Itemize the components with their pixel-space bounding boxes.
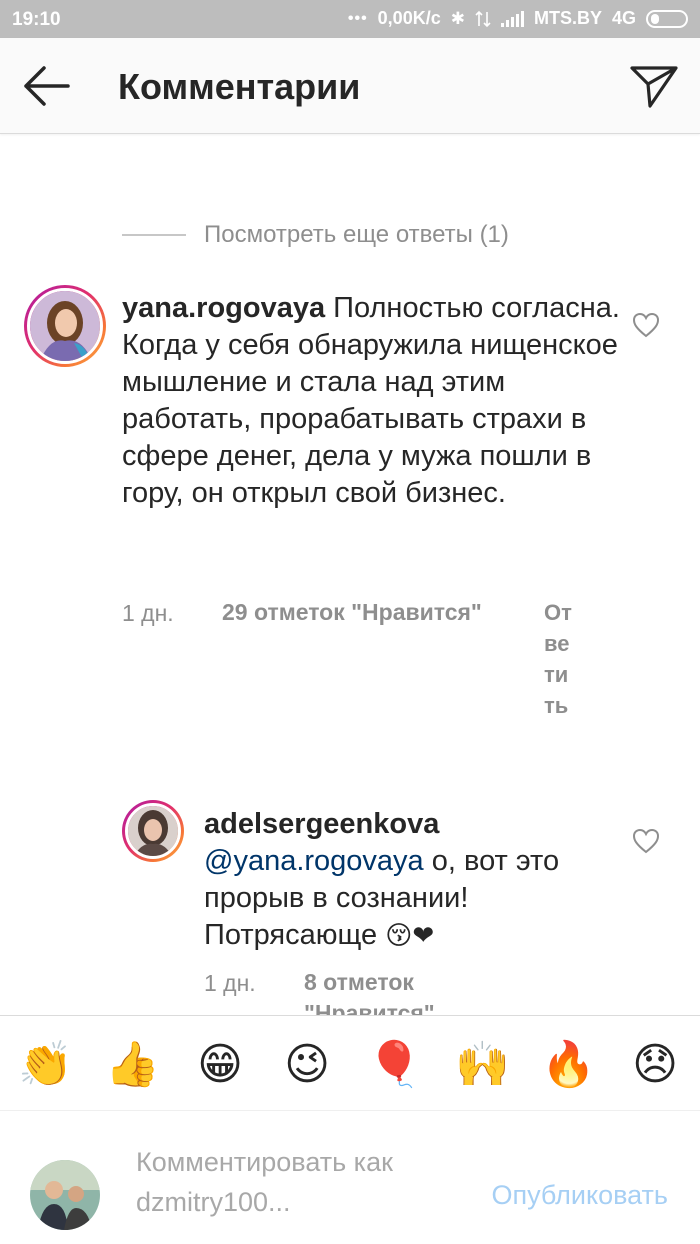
like-button[interactable] — [632, 312, 660, 338]
data-arrows-icon — [475, 10, 491, 27]
paper-plane-icon — [630, 66, 678, 108]
grinning-emoji-icon[interactable]: 😁 — [193, 1038, 247, 1092]
mention-link[interactable]: @yana.rogovaya — [204, 845, 424, 877]
reply-button[interactable]: Ответить — [544, 597, 578, 721]
comment-time: 1 дн. — [122, 600, 174, 626]
avatar-yana[interactable] — [24, 285, 106, 367]
thumbs-up-emoji-icon[interactable]: 👍 — [105, 1038, 160, 1092]
comment-composer: Комментировать как dzmitry100... Опублик… — [0, 1112, 700, 1244]
current-user-avatar — [30, 1160, 100, 1230]
reply-like-count[interactable]: 8 отметок "Нравится" — [304, 967, 474, 1015]
winking-emoji-icon[interactable]: 😉 — [280, 1038, 334, 1092]
like-button[interactable] — [632, 828, 660, 854]
avatar-image — [27, 288, 103, 364]
comment-body: yana.rogovaya Полностью согласна. Когда … — [122, 290, 622, 512]
reply-username[interactable]: adelsergeenkova — [204, 808, 439, 840]
emoji-quick-bar: 👏 👍 😁 😉 🎈 🙌 🔥 😞 — [0, 1015, 700, 1111]
heart-icon — [632, 828, 660, 854]
top-bar: Комментарии — [0, 38, 700, 134]
view-more-replies-label: Посмотреть еще ответы (1) — [204, 221, 509, 248]
avatar-image — [125, 803, 181, 859]
signal-icon — [500, 10, 524, 27]
page-title: Комментарии — [118, 66, 361, 107]
like-count[interactable]: 29 отметок "Нравится" — [222, 597, 482, 628]
notification-dots-icon: ••• — [347, 9, 368, 27]
comment-input[interactable]: Комментировать как dzmitry100... — [136, 1142, 436, 1222]
publish-button[interactable]: Опубликовать — [491, 1180, 668, 1211]
back-button[interactable] — [18, 60, 74, 112]
direct-share-button[interactable] — [626, 60, 682, 112]
carrier-name: MTS.BY — [533, 8, 602, 28]
network-speed: 0,00K/c — [377, 8, 441, 28]
reply-body: adelsergeenkova @yana.rogovaya о, вот эт… — [204, 806, 624, 954]
battery-icon — [646, 9, 688, 28]
clapping-hands-emoji-icon[interactable]: 👏 — [18, 1038, 73, 1092]
reply-emoji: 😚❤ — [385, 920, 435, 950]
bluetooth-icon: ✱ — [450, 8, 465, 28]
heart-icon — [632, 312, 660, 338]
fire-emoji-icon[interactable]: 🔥 — [541, 1038, 596, 1092]
balloon-emoji-icon[interactable]: 🎈 — [367, 1038, 422, 1092]
divider-line — [122, 234, 186, 236]
sad-face-emoji-icon[interactable]: 😞 — [628, 1038, 682, 1092]
status-bar: 19:10 ••• 0,00K/c ✱ MTS.BY 4G — [0, 0, 700, 38]
comment-text: Полностью согласна. Когда у себя обнаруж… — [122, 292, 620, 509]
comment-username[interactable]: yana.rogovaya — [122, 292, 325, 324]
view-more-replies-link[interactable]: Посмотреть еще ответы (1) — [122, 218, 509, 252]
avatar-adel[interactable] — [122, 800, 184, 862]
raised-hands-emoji-icon[interactable]: 🙌 — [455, 1038, 510, 1092]
reply-time: 1 дн. — [204, 970, 256, 996]
status-time: 19:10 — [12, 9, 61, 30]
status-indicators: ••• 0,00K/c ✱ MTS.BY 4G — [348, 8, 688, 29]
network-type: 4G — [611, 8, 636, 28]
arrow-left-icon — [24, 66, 70, 106]
